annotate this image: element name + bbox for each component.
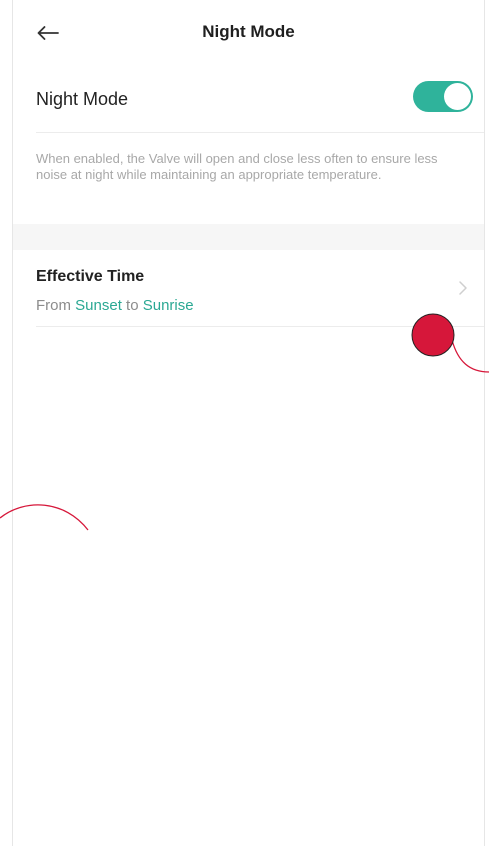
to-label: to — [126, 297, 139, 314]
night-mode-toggle[interactable] — [413, 81, 473, 112]
night-mode-screen: Night Mode Night Mode When enabled, the … — [0, 0, 489, 846]
header-bar: Night Mode — [13, 0, 484, 64]
night-mode-description: When enabled, the Valve will open and cl… — [36, 151, 438, 182]
effective-time-row[interactable]: Effective Time From Sunset to Sunrise — [13, 250, 484, 326]
end-time-value: Sunrise — [142, 297, 194, 314]
chevron-right-icon — [459, 281, 467, 295]
from-label: From — [36, 297, 71, 314]
page-title: Night Mode — [202, 22, 295, 41]
right-border — [484, 0, 485, 846]
section-separator — [13, 224, 484, 250]
divider — [36, 326, 484, 327]
start-time-value: Sunset — [75, 297, 122, 314]
divider — [36, 132, 484, 133]
effective-time-title: Effective Time — [36, 268, 145, 285]
annotation-arc — [0, 504, 89, 531]
effective-time-value: From Sunset to Sunrise — [36, 297, 194, 314]
night-mode-label: Night Mode — [36, 89, 129, 109]
night-mode-row: Night Mode — [13, 64, 484, 132]
toggle-knob — [444, 83, 471, 110]
